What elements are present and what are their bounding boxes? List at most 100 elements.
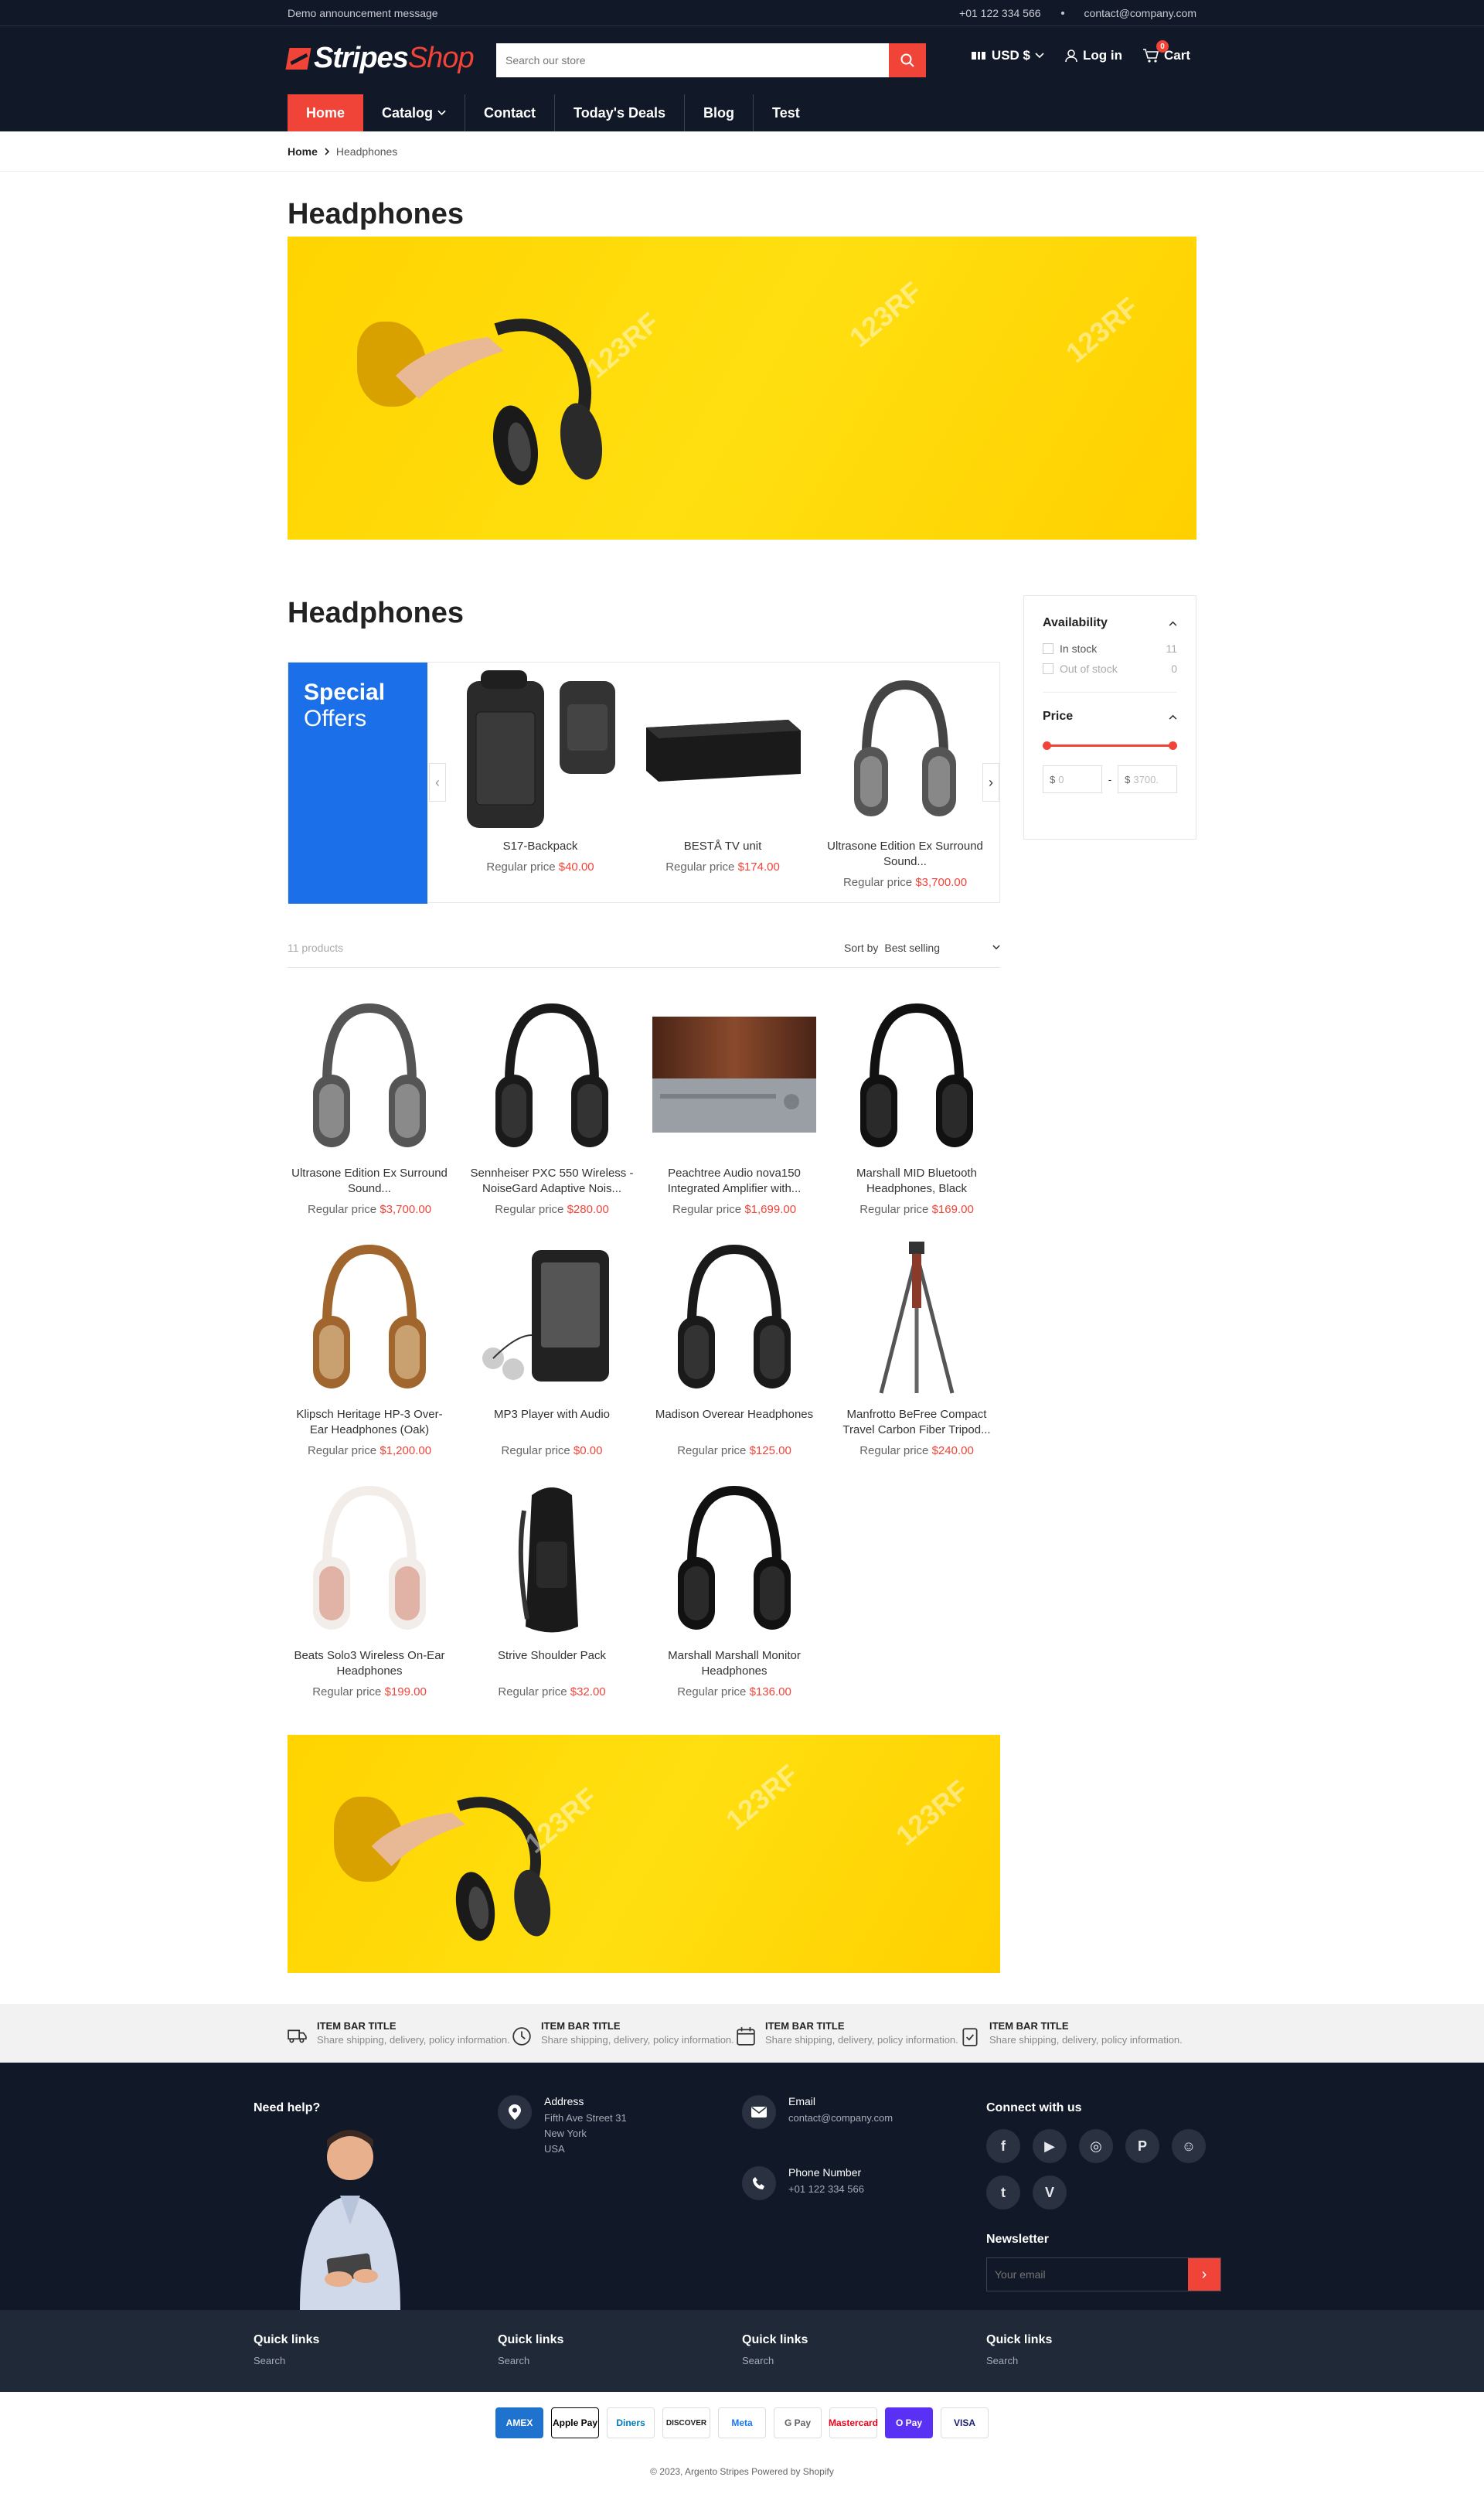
youtube-icon[interactable]: ▶ — [1033, 2129, 1067, 2163]
pinterest-icon[interactable]: P — [1125, 2129, 1159, 2163]
quick-link-search[interactable]: Search — [254, 2355, 498, 2366]
snapchat-icon[interactable]: ☺ — [1172, 2129, 1206, 2163]
announcement-bar: Demo announcement message +01 122 334 56… — [0, 0, 1484, 26]
special-item[interactable]: S17-Backpack Regular price $40.00 — [449, 663, 631, 874]
product-price: $240.00 — [931, 1444, 974, 1457]
price-max-input[interactable]: $3700. — [1118, 765, 1177, 793]
product-card[interactable]: Beats Solo3 Wireless On-Ear Headphones Re… — [288, 1475, 451, 1698]
search-bar — [496, 43, 926, 77]
item-bar-desc: Share shipping, delivery, policy informa… — [541, 2033, 734, 2046]
phone-block: Phone Number +01 122 334 566 — [742, 2166, 864, 2200]
sort-select[interactable]: Sort by Best selling — [844, 942, 1000, 954]
product-image[interactable] — [288, 1475, 451, 1647]
special-item[interactable]: BESTÅ TV unit Regular price $174.00 — [631, 663, 814, 874]
tumblr-icon[interactable]: t — [986, 2175, 1020, 2210]
product-name[interactable]: MP3 Player with Audio — [470, 1407, 634, 1438]
price-filter-toggle[interactable]: Price — [1043, 710, 1177, 724]
footer: Need help? Address Fifth Ave Street 31 N… — [0, 2063, 1484, 2310]
product-card[interactable]: Peachtree Audio nova150 Integrated Ampli… — [652, 993, 816, 1216]
product-name[interactable]: Sennheiser PXC 550 Wireless - NoiseGard … — [470, 1166, 634, 1197]
calendar-icon — [737, 2026, 755, 2046]
payment-icons: AMEX Apple Pay Diners DISCOVER Meta G Pay Mast… — [0, 2407, 1484, 2438]
special-item-price: $3,700.00 — [915, 876, 968, 889]
product-image[interactable] — [652, 1475, 816, 1647]
search-button[interactable] — [889, 43, 926, 77]
product-name[interactable]: Ultrasone Edition Ex Surround Sound... — [288, 1166, 451, 1197]
filter-in-stock[interactable]: In stock 11 — [1043, 642, 1177, 655]
quick-link-search[interactable]: Search — [498, 2355, 742, 2366]
nav-contact[interactable]: Contact — [465, 94, 556, 131]
slider-min-handle[interactable] — [1043, 741, 1051, 750]
facebook-icon[interactable]: f — [986, 2129, 1020, 2163]
instagram-icon[interactable]: ◎ — [1079, 2129, 1113, 2163]
product-image[interactable] — [288, 993, 451, 1164]
currency-selector[interactable]: USD $ — [969, 48, 1044, 63]
payment-visa-icon: VISA — [941, 2407, 989, 2438]
product-name[interactable]: Klipsch Heritage HP-3 Over-Ear Headphone… — [288, 1407, 451, 1438]
product-image[interactable] — [652, 1234, 816, 1405]
newsletter-submit-button[interactable]: › — [1188, 2258, 1220, 2291]
item-bar-desc: Share shipping, delivery, policy informa… — [989, 2033, 1183, 2046]
nav-home[interactable]: Home — [288, 94, 364, 131]
checkbox[interactable] — [1043, 643, 1053, 654]
product-card[interactable]: Marshall Marshall Monitor Headphones Regu… — [652, 1475, 816, 1698]
footer-phone-link[interactable]: +01 122 334 566 — [788, 2182, 864, 2197]
quick-links-title: Quick links — [254, 2333, 320, 2346]
store-logo[interactable]: StripesShop — [285, 42, 475, 75]
product-image[interactable] — [835, 1234, 999, 1405]
footer-email-link[interactable]: contact@company.com — [788, 2111, 893, 2126]
vimeo-icon[interactable]: V — [1033, 2175, 1067, 2210]
newsletter-email-input[interactable] — [987, 2258, 1188, 2291]
product-image[interactable] — [470, 1475, 634, 1647]
product-image[interactable] — [470, 1234, 634, 1405]
logo-word-2: Shop — [407, 42, 475, 74]
product-card[interactable]: Madison Overear Headphones Regular price … — [652, 1234, 816, 1457]
product-card[interactable]: Strive Shoulder Pack Regular price $32.00 — [470, 1475, 634, 1698]
item-bar-title: ITEM BAR TITLE — [989, 2019, 1069, 2032]
price-min-input[interactable]: $0 — [1043, 765, 1102, 793]
product-name[interactable]: Peachtree Audio nova150 Integrated Ampli… — [652, 1166, 816, 1197]
nav-test[interactable]: Test — [754, 94, 819, 131]
product-card[interactable]: Manfrotto BeFree Compact Travel Carbon F… — [835, 1234, 999, 1457]
nav-blog[interactable]: Blog — [685, 94, 754, 131]
product-name[interactable]: Beats Solo3 Wireless On-Ear Headphones — [288, 1648, 451, 1679]
carousel-prev-button[interactable]: ‹ — [429, 763, 446, 802]
cart-count-badge: 0 — [1156, 40, 1169, 53]
newsletter-form: › — [986, 2257, 1221, 2291]
product-card[interactable]: MP3 Player with Audio Regular price $0.00 — [470, 1234, 634, 1457]
topbar-phone[interactable]: +01 122 334 566 — [959, 7, 1041, 19]
filter-out-of-stock[interactable]: Out of stock 0 — [1043, 663, 1177, 675]
price-range-slider[interactable] — [1043, 741, 1177, 750]
special-item[interactable]: Ultrasone Edition Ex Surround Sound... R… — [814, 663, 996, 889]
search-input[interactable] — [496, 43, 889, 77]
breadcrumb-home[interactable]: Home — [288, 145, 318, 158]
nav-todays-deals[interactable]: Today's Deals — [555, 94, 686, 131]
product-name[interactable]: Madison Overear Headphones — [652, 1407, 816, 1438]
availability-filter-toggle[interactable]: Availability — [1043, 616, 1177, 630]
slider-max-handle[interactable] — [1169, 741, 1177, 750]
login-link[interactable]: Log in — [1064, 48, 1122, 63]
product-image[interactable] — [835, 993, 999, 1164]
quick-link-search[interactable]: Search — [986, 2355, 1230, 2366]
item-bar-desc: Share shipping, delivery, policy informa… — [317, 2033, 510, 2046]
product-name[interactable]: Marshall MID Bluetooth Headphones, Black — [835, 1166, 999, 1197]
product-card[interactable]: Ultrasone Edition Ex Surround Sound... Re… — [288, 993, 451, 1216]
product-name[interactable]: Marshall Marshall Monitor Headphones — [652, 1648, 816, 1679]
quick-link-search[interactable]: Search — [742, 2355, 986, 2366]
product-name[interactable]: Manfrotto BeFree Compact Travel Carbon F… — [835, 1407, 999, 1438]
special-item-price: $40.00 — [558, 860, 594, 874]
product-card[interactable]: Marshall MID Bluetooth Headphones, Black… — [835, 993, 999, 1216]
product-image[interactable] — [470, 993, 634, 1164]
nav-catalog[interactable]: Catalog — [363, 94, 466, 131]
topbar-email[interactable]: contact@company.com — [1084, 7, 1196, 19]
price-label: Regular price — [312, 1685, 382, 1698]
product-image[interactable] — [652, 993, 816, 1164]
cart-link[interactable]: 0 Cart — [1142, 40, 1190, 63]
checkbox[interactable] — [1043, 663, 1053, 674]
product-price: $1,699.00 — [744, 1203, 797, 1216]
product-name[interactable]: Strive Shoulder Pack — [470, 1648, 634, 1679]
product-card[interactable]: Klipsch Heritage HP-3 Over-Ear Headphone… — [288, 1234, 451, 1457]
product-image[interactable] — [288, 1234, 451, 1405]
product-card[interactable]: Sennheiser PXC 550 Wireless - NoiseGard … — [470, 993, 634, 1216]
quick-links-column: Quick links Search — [986, 2333, 1230, 2392]
